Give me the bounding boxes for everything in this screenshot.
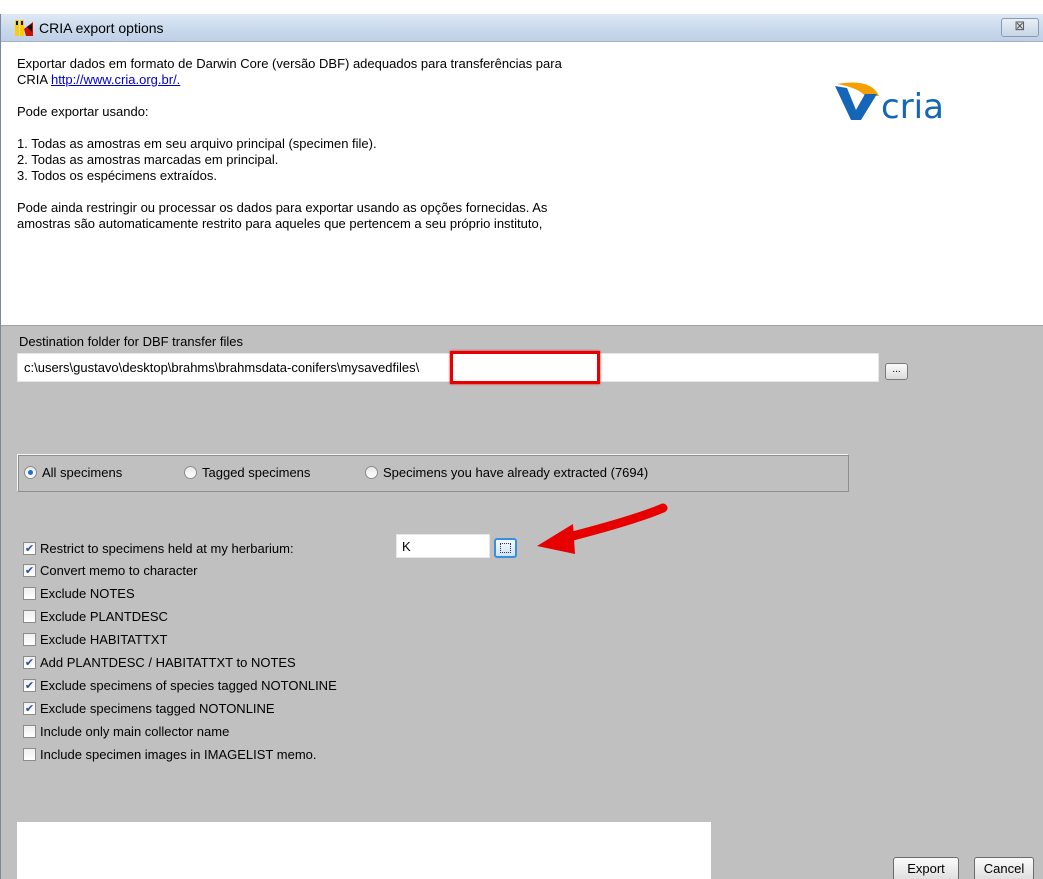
specimen-scope-group: All specimens Tagged specimens Specimens… xyxy=(17,454,849,492)
highlight-annotation-box xyxy=(450,351,600,384)
browse-folder-button[interactable]: ... xyxy=(885,363,908,380)
checkbox-label: Add PLANTDESC / HABITATTXT to NOTES xyxy=(40,655,296,670)
checkbox[interactable]: ✔ xyxy=(23,564,36,577)
status-field xyxy=(17,822,711,879)
close-icon: ⊠ xyxy=(1014,19,1026,34)
cria-logo: cria xyxy=(835,82,944,126)
radio-button[interactable] xyxy=(365,466,378,479)
red-arrow-annotation xyxy=(537,503,668,554)
destination-path-value: c:\users\gustavo\desktop\brahms\brahmsda… xyxy=(24,360,420,375)
info-text-prefix: CRIA xyxy=(17,72,51,87)
herbarium-code-input[interactable]: K xyxy=(396,534,490,558)
radio-label: Tagged specimens xyxy=(202,465,311,480)
window-title: CRIA export options xyxy=(39,20,164,36)
browse-button-label: ... xyxy=(892,364,901,375)
checkbox-label: Exclude HABITATTXT xyxy=(40,632,168,647)
info-text-line: CRIA http://www.cria.org.br/. xyxy=(17,72,180,87)
radio-label: All specimens xyxy=(42,465,123,480)
checkbox-label: Convert memo to character xyxy=(40,563,198,578)
checkbox[interactable] xyxy=(23,748,36,761)
close-button[interactable]: ⊠ xyxy=(1001,18,1039,37)
info-text-line: 2. Todas as amostras marcadas em princip… xyxy=(17,152,279,167)
info-text-line: Pode exportar usando: xyxy=(17,104,149,119)
herbarium-code-value: K xyxy=(402,539,411,554)
cancel-button-label: Cancel xyxy=(983,861,1025,876)
checkbox-label: Exclude NOTES xyxy=(40,586,135,601)
cancel-button[interactable]: Cancel xyxy=(974,857,1034,879)
export-button-label: Export xyxy=(907,861,945,876)
destination-path-input[interactable]: c:\users\gustavo\desktop\brahms\brahmsda… xyxy=(17,351,879,384)
cria-link[interactable]: http://www.cria.org.br/. xyxy=(51,72,180,87)
checkbox-label: Include specimen images in IMAGELIST mem… xyxy=(40,747,317,762)
checkbox[interactable]: ✔ xyxy=(23,702,36,715)
title-bar: CRIA export options ⊠ xyxy=(1,14,1043,42)
checkbox[interactable]: ✔ xyxy=(23,679,36,692)
app-window-icon xyxy=(15,20,33,36)
checkbox[interactable] xyxy=(23,587,36,600)
info-panel: Exportar dados em formato de Darwin Core… xyxy=(1,42,1043,326)
info-text-line: 3. Todos os espécimens extraídos. xyxy=(17,168,217,183)
radio-label: Specimens you have already extracted (76… xyxy=(383,465,649,480)
checkbox-label: Include only main collector name xyxy=(40,724,230,739)
checkbox-label: Exclude PLANTDESC xyxy=(40,609,168,624)
checkbox-label: Exclude specimens of species tagged NOTO… xyxy=(40,678,337,693)
checkbox-label: Exclude specimens tagged NOTONLINE xyxy=(40,701,275,716)
herbarium-lookup-button[interactable] xyxy=(494,538,517,558)
checkbox[interactable] xyxy=(23,610,36,623)
checkbox[interactable]: ✔ xyxy=(23,542,36,555)
radio-button[interactable] xyxy=(24,466,37,479)
info-text-line: Pode ainda restringir ou processar os da… xyxy=(17,200,548,215)
info-text-line: 1. Todas as amostras em seu arquivo prin… xyxy=(17,136,377,151)
info-text-line: amostras são automaticamente restrito pa… xyxy=(17,216,543,231)
lookup-icon xyxy=(500,543,511,553)
destination-label: Destination folder for DBF transfer file… xyxy=(19,334,243,349)
cria-export-dialog: CRIA export options ⊠ Exportar dados em … xyxy=(0,14,1043,879)
checkbox[interactable]: ✔ xyxy=(23,656,36,669)
checkbox[interactable] xyxy=(23,725,36,738)
export-button[interactable]: Export xyxy=(893,857,959,879)
checkbox[interactable] xyxy=(23,633,36,646)
logo-wordmark: cria xyxy=(881,87,944,126)
info-text-line: Exportar dados em formato de Darwin Core… xyxy=(17,56,562,71)
radio-button[interactable] xyxy=(184,466,197,479)
checkbox-label: Restrict to specimens held at my herbari… xyxy=(40,541,294,556)
